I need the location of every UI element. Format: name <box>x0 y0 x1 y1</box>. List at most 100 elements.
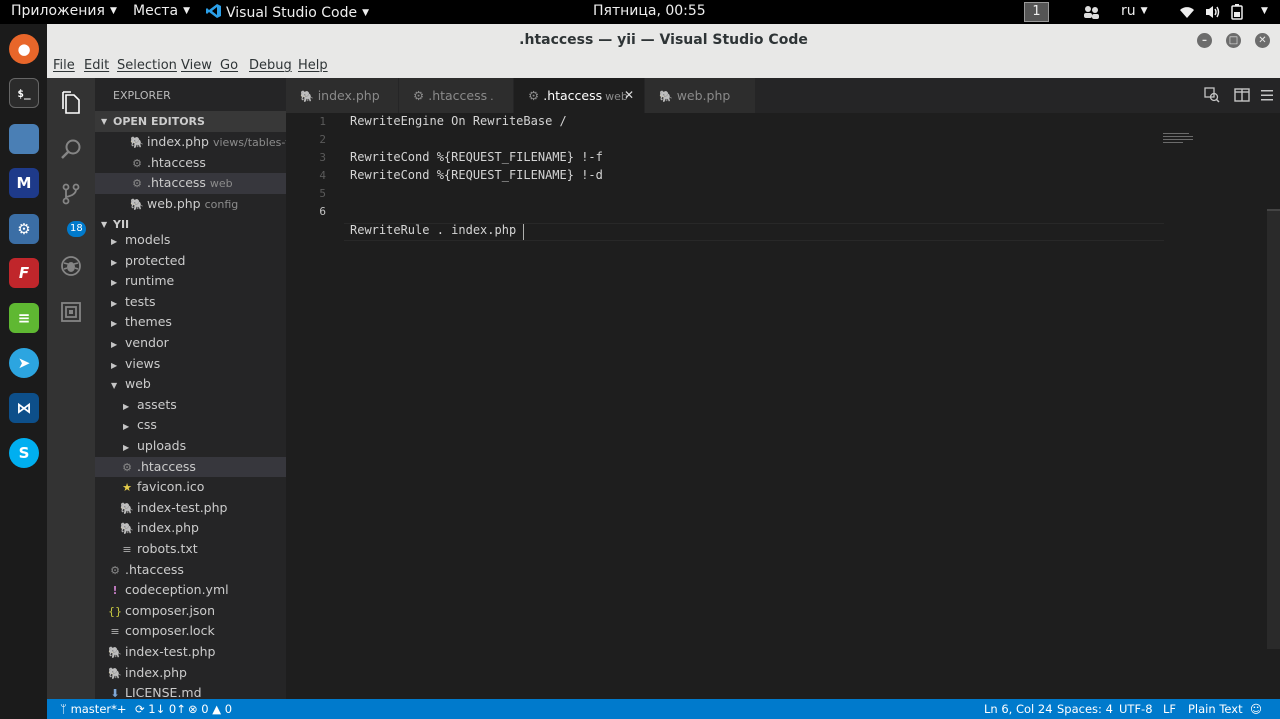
tree-file[interactable]: 🐘 index-test.php <box>95 498 286 519</box>
minimize-icon[interactable]: – <box>1197 33 1212 48</box>
tree-file[interactable]: ★ favicon.ico <box>95 477 286 498</box>
tree-file[interactable]: 🐘 index.php <box>95 663 286 684</box>
text-editor-icon[interactable]: ≡ <box>9 303 39 333</box>
search-icon[interactable] <box>59 137 83 161</box>
tree-file[interactable]: ! codeception.yml <box>95 580 286 601</box>
code-line[interactable]: RewriteEngine On RewriteBase / <box>350 114 567 128</box>
vertical-scrollbar[interactable] <box>1267 209 1280 649</box>
split-editor-icon[interactable] <box>1234 87 1250 103</box>
system-tool-icon[interactable]: ⚙ <box>9 214 39 244</box>
tab-htaccess-web[interactable]: ⚙ .htaccess web ✕ <box>514 78 644 113</box>
open-editor-item[interactable]: ⚙ .htaccess <box>95 153 286 174</box>
wifi-icon[interactable] <box>1179 5 1195 23</box>
menu-view[interactable]: View <box>181 58 212 73</box>
problems-indicator[interactable]: ⊗ 0 ▲ 0 <box>188 699 232 719</box>
open-changes-icon[interactable] <box>1204 87 1220 103</box>
tab-index-php[interactable]: 🐘 index.php <box>286 78 398 113</box>
chevron-right-icon: ▶ <box>111 360 118 370</box>
source-control-icon[interactable] <box>59 182 83 206</box>
open-editor-item[interactable]: 🐘 web.php config <box>95 194 286 215</box>
tree-folder[interactable]: ▶ assets <box>95 395 286 416</box>
feedback-smiley-icon[interactable]: ☺ <box>1250 699 1262 719</box>
menu-go[interactable]: Go <box>220 58 238 73</box>
tree-file[interactable]: ⬇ LICENSE.md <box>95 683 286 699</box>
workspace-indicator[interactable]: 1 <box>1024 2 1049 22</box>
tree-file[interactable]: {} composer.json <box>95 601 286 622</box>
tree-folder[interactable]: ▶ views <box>95 354 286 375</box>
menu-edit[interactable]: Edit <box>84 58 109 73</box>
tree-folder[interactable]: ▶ css <box>95 415 286 436</box>
open-editor-item[interactable]: 🐘index.phpviews/tables-tbl <box>95 132 286 153</box>
tree-file[interactable]: ≡ robots.txt <box>95 539 286 560</box>
tree-folder[interactable]: ▶ models <box>95 230 286 251</box>
active-app-menu[interactable]: Visual Studio Code ▼ <box>206 3 369 21</box>
line-number: 4 <box>319 169 326 182</box>
open-editor-item[interactable]: ⚙ .htaccess web <box>95 173 286 194</box>
people-icon[interactable] <box>1083 4 1101 24</box>
language-mode[interactable]: Plain Text <box>1188 699 1243 719</box>
battery-icon[interactable] <box>1231 4 1243 24</box>
close-tab-icon[interactable]: ✕ <box>624 78 634 113</box>
git-branch[interactable]: ᛘ master*+ <box>60 699 127 719</box>
tree-folder[interactable]: ▶ uploads <box>95 436 286 457</box>
clock[interactable]: Пятница, 00:55 <box>593 3 706 19</box>
text-file-icon: ≡ <box>122 543 132 556</box>
explorer-files-icon[interactable] <box>59 91 83 115</box>
sync-icon: ⟳ <box>135 702 149 716</box>
explorer-title: EXPLORER <box>113 89 171 102</box>
extensions-icon[interactable] <box>59 300 83 324</box>
filezilla-icon[interactable]: F <box>9 258 39 288</box>
tab-web-php[interactable]: 🐘 web.php <box>645 78 755 113</box>
menu-selection[interactable]: Selection <box>117 58 177 73</box>
files-icon[interactable] <box>9 124 39 154</box>
debug-icon[interactable] <box>59 254 83 278</box>
tree-folder[interactable]: ▶ vendor <box>95 333 286 354</box>
keyboard-layout[interactable]: ru ▼ <box>1121 3 1148 19</box>
firefox-icon[interactable]: ● <box>9 34 39 64</box>
code-editor[interactable]: 1 2 3 4 5 6 RewriteEngine On RewriteBase… <box>286 113 1280 699</box>
indentation[interactable]: Spaces: 4 <box>1057 699 1113 719</box>
chevron-down-icon: ▼ <box>1140 6 1148 16</box>
tree-folder[interactable]: ▶ runtime <box>95 271 286 292</box>
tree-folder[interactable]: ▶ tests <box>95 292 286 313</box>
close-icon[interactable]: ✕ <box>1255 33 1270 48</box>
tree-folder[interactable]: ▼ web <box>95 374 286 395</box>
code-line[interactable]: RewriteCond %{REQUEST_FILENAME} !-f <box>350 150 603 164</box>
menu-debug[interactable]: Debug <box>249 58 292 73</box>
tree-file[interactable]: 🐘 index.php <box>95 518 286 539</box>
skype-icon[interactable]: S <box>9 438 39 468</box>
menu-file[interactable]: File <box>53 58 75 73</box>
telegram-icon[interactable]: ➤ <box>9 348 39 378</box>
chevron-down-icon: ▼ <box>109 6 117 16</box>
system-menu-chevron[interactable]: ▼ <box>1256 3 1268 19</box>
menu-help[interactable]: Help <box>298 58 328 73</box>
line-ending[interactable]: LF <box>1163 699 1176 719</box>
tree-folder[interactable]: ▶ protected <box>95 251 286 272</box>
markdown-icon: ⬇ <box>110 687 120 699</box>
tree-file[interactable]: ⚙ .htaccess <box>95 456 286 478</box>
encoding[interactable]: UTF-8 <box>1119 699 1153 719</box>
tree-file[interactable]: ⚙ .htaccess <box>95 560 286 581</box>
vscode-icon[interactable]: ⋈ <box>9 393 39 423</box>
tree-file[interactable]: ≡ composer.lock <box>95 621 286 642</box>
volume-icon[interactable] <box>1205 5 1221 23</box>
editor-tab-bar: 🐘 index.php ⚙ .htaccess. ⚙ .htaccess web ✕ 🐘 w… <box>286 78 1280 113</box>
tree-folder[interactable]: ▶ themes <box>95 312 286 333</box>
minimap[interactable] <box>1163 133 1199 153</box>
apps-menu[interactable]: Приложения ▼ <box>11 3 117 19</box>
code-line[interactable]: RewriteCond %{REQUEST_FILENAME} !-d <box>350 168 603 182</box>
cursor-position[interactable]: Ln 6, Col 24 <box>984 699 1053 719</box>
terminal-icon[interactable]: $_ <box>9 78 39 108</box>
tab-htaccess[interactable]: ⚙ .htaccess. <box>399 78 513 113</box>
tree-file[interactable]: 🐘 index-test.php <box>95 642 286 663</box>
git-sync[interactable]: ⟳ 1↓ 0↑ <box>135 699 186 719</box>
places-menu[interactable]: Места ▼ <box>133 3 190 19</box>
window-titlebar[interactable]: .htaccess — yii — Visual Studio Code – □… <box>47 24 1280 56</box>
chevron-down-icon: ▼ <box>362 8 370 18</box>
malwarebytes-icon[interactable]: M <box>9 168 39 198</box>
open-editors-header[interactable]: ▼ OPEN EDITORS <box>95 111 286 132</box>
more-actions-icon[interactable] <box>1259 87 1275 103</box>
maximize-icon[interactable]: □ <box>1226 33 1241 48</box>
chevron-right-icon: ▶ <box>111 298 118 308</box>
code-line[interactable]: RewriteRule . index.php <box>350 223 516 237</box>
